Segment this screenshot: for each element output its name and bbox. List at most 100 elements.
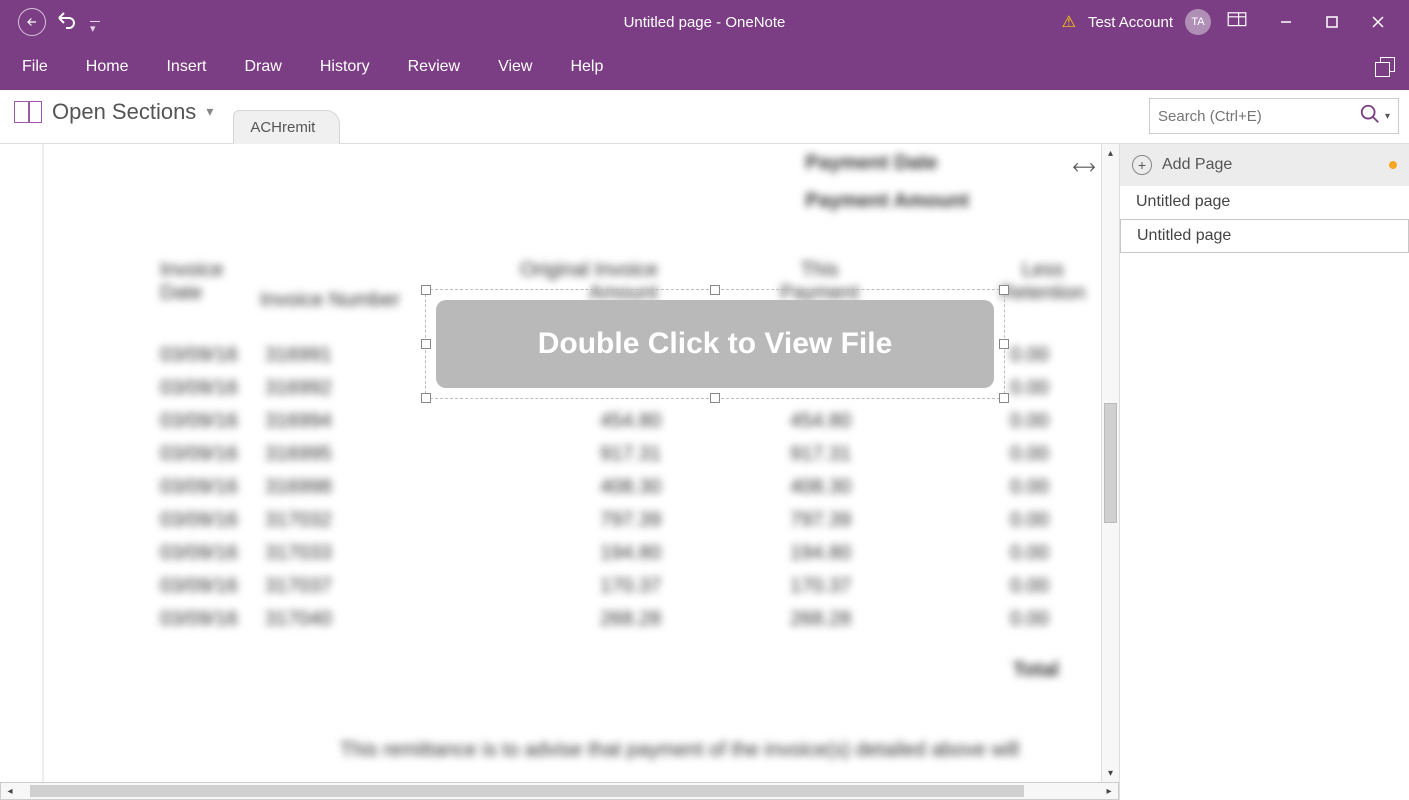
window-controls bbox=[1263, 0, 1401, 44]
col-header-invoice-number: Invoice Number bbox=[260, 289, 400, 312]
quick-access: ▾ bbox=[0, 8, 100, 37]
table-cell: 317032 bbox=[265, 504, 332, 537]
search-scope-chevron-icon[interactable]: ▾ bbox=[1385, 111, 1390, 122]
scroll-up-button[interactable]: ▴ bbox=[1102, 144, 1119, 162]
col-header-invoice-date: Invoice Date bbox=[160, 259, 223, 305]
open-sections-dropdown[interactable]: Open Sections ▾ bbox=[14, 90, 213, 143]
ribbon-collapse-button[interactable] bbox=[1375, 44, 1395, 90]
object-selection[interactable]: Double Click to View File bbox=[425, 289, 1005, 399]
back-button[interactable] bbox=[18, 8, 46, 36]
table-cell: 316992 bbox=[265, 372, 332, 405]
table-cell: 170.37 bbox=[790, 570, 851, 603]
table-cell: 0.00 bbox=[1010, 603, 1049, 636]
vertical-scrollbar[interactable]: ▴ ▾ bbox=[1101, 144, 1119, 782]
canvas-wrap: ⤢ Payment Date Payment Amount Invoice Da… bbox=[0, 144, 1119, 800]
table-cell: 03/09/16 bbox=[160, 570, 238, 603]
search-input[interactable] bbox=[1158, 108, 1359, 125]
ribbon-tab-insert[interactable]: Insert bbox=[162, 54, 210, 80]
table-cell: 03/09/16 bbox=[160, 405, 238, 438]
main: ⤢ Payment Date Payment Amount Invoice Da… bbox=[0, 144, 1409, 800]
search-icon[interactable] bbox=[1359, 103, 1381, 130]
table-cell: 454.80 bbox=[600, 405, 661, 438]
ribbon-tab-home[interactable]: Home bbox=[82, 54, 133, 80]
app-name-text: OneNote bbox=[725, 14, 785, 31]
table-cell: 194.80 bbox=[790, 537, 851, 570]
table-cell: 0.00 bbox=[1010, 372, 1049, 405]
ribbon-tab-review[interactable]: Review bbox=[404, 54, 464, 80]
doc-header-right: Payment Date Payment Amount bbox=[805, 144, 969, 220]
chevron-down-icon: ▾ bbox=[206, 103, 213, 120]
col-header-less-retention: Less Retention bbox=[1000, 259, 1086, 305]
scroll-thumb[interactable] bbox=[1104, 403, 1117, 523]
scroll-down-button[interactable]: ▾ bbox=[1102, 764, 1119, 782]
table-cell: 797.39 bbox=[790, 504, 851, 537]
page-canvas[interactable]: ⤢ Payment Date Payment Amount Invoice Da… bbox=[0, 144, 1119, 782]
doc-footer: This remittance is to advise that paymen… bbox=[300, 734, 1059, 766]
col-less-retention: 0.000.000.000.000.000.000.000.000.00 bbox=[1010, 339, 1049, 636]
table-cell: 03/09/16 bbox=[160, 438, 238, 471]
ribbon-tab-draw[interactable]: Draw bbox=[240, 54, 285, 80]
table-cell: 268.28 bbox=[600, 603, 661, 636]
ribbon-tab-view[interactable]: View bbox=[494, 54, 536, 80]
table-cell: 03/09/16 bbox=[160, 339, 238, 372]
maximize-button[interactable] bbox=[1309, 0, 1355, 44]
table-cell: 170.37 bbox=[600, 570, 661, 603]
resize-handle[interactable] bbox=[421, 393, 431, 403]
resize-handle[interactable] bbox=[999, 393, 1009, 403]
page-list-pane: + Add Page Untitled pageUntitled page bbox=[1119, 144, 1409, 800]
table-cell: 316994 bbox=[265, 405, 332, 438]
minimize-button[interactable] bbox=[1263, 0, 1309, 44]
table-cell: 0.00 bbox=[1010, 405, 1049, 438]
ribbon-display-button[interactable] bbox=[1227, 12, 1247, 33]
undo-button[interactable] bbox=[56, 8, 80, 37]
resize-handle[interactable] bbox=[421, 285, 431, 295]
table-cell: 03/09/16 bbox=[160, 471, 238, 504]
ribbon-tab-history[interactable]: History bbox=[316, 54, 374, 80]
resize-handle[interactable] bbox=[710, 393, 720, 403]
table-cell: 317033 bbox=[265, 537, 332, 570]
scroll-thumb[interactable] bbox=[30, 785, 1025, 797]
add-page-button[interactable]: + Add Page bbox=[1120, 144, 1409, 186]
account-name[interactable]: Test Account bbox=[1088, 14, 1173, 31]
warning-icon[interactable]: ⚠ bbox=[1062, 12, 1076, 32]
table-cell: 317037 bbox=[265, 570, 332, 603]
table-cell: 408.30 bbox=[790, 471, 851, 504]
scroll-track[interactable] bbox=[19, 783, 1100, 799]
ribbon: File Home Insert Draw History Review Vie… bbox=[0, 44, 1409, 90]
table-cell: 268.28 bbox=[790, 603, 851, 636]
ribbon-tab-help[interactable]: Help bbox=[566, 54, 607, 80]
ribbon-tab-file[interactable]: File bbox=[18, 54, 52, 80]
table-cell: 316998 bbox=[265, 471, 332, 504]
table-cell: 317040 bbox=[265, 603, 332, 636]
table-cell: 0.00 bbox=[1010, 537, 1049, 570]
section-bar: Open Sections ▾ ACHremit ▾ bbox=[0, 90, 1409, 144]
horizontal-scrollbar[interactable]: ◂ ▸ bbox=[0, 782, 1119, 800]
total-label: Total bbox=[1013, 659, 1059, 682]
resize-handle[interactable] bbox=[421, 339, 431, 349]
embedded-document: Payment Date Payment Amount Invoice Date… bbox=[60, 144, 1089, 782]
sync-indicator-icon bbox=[1389, 161, 1397, 169]
view-file-overlay[interactable]: Double Click to View File bbox=[436, 300, 994, 388]
title-right: ⚠ Test Account TA bbox=[1062, 0, 1409, 44]
table-cell: 0.00 bbox=[1010, 570, 1049, 603]
resize-handle[interactable] bbox=[999, 285, 1009, 295]
section-tab-achremit[interactable]: ACHremit bbox=[233, 110, 340, 144]
resize-handle[interactable] bbox=[710, 285, 720, 295]
search-box[interactable]: ▾ bbox=[1149, 98, 1399, 134]
table-cell: 316991 bbox=[265, 339, 332, 372]
page-list-item[interactable]: Untitled page bbox=[1120, 186, 1409, 219]
col-invoice-number: 3169913169923169943169953169983170323170… bbox=[265, 339, 332, 636]
avatar[interactable]: TA bbox=[1185, 9, 1211, 35]
resize-handle[interactable] bbox=[999, 339, 1009, 349]
table-cell: 0.00 bbox=[1010, 504, 1049, 537]
page-list-item[interactable]: Untitled page bbox=[1120, 219, 1409, 253]
scroll-right-button[interactable]: ▸ bbox=[1100, 786, 1118, 797]
page-list: Untitled pageUntitled page bbox=[1120, 186, 1409, 800]
close-button[interactable] bbox=[1355, 0, 1401, 44]
plus-icon: + bbox=[1132, 155, 1152, 175]
scroll-track[interactable] bbox=[1102, 162, 1119, 764]
table-cell: 408.30 bbox=[600, 471, 661, 504]
table-cell: 03/09/16 bbox=[160, 372, 238, 405]
table-cell: 03/09/16 bbox=[160, 504, 238, 537]
scroll-left-button[interactable]: ◂ bbox=[1, 786, 19, 797]
